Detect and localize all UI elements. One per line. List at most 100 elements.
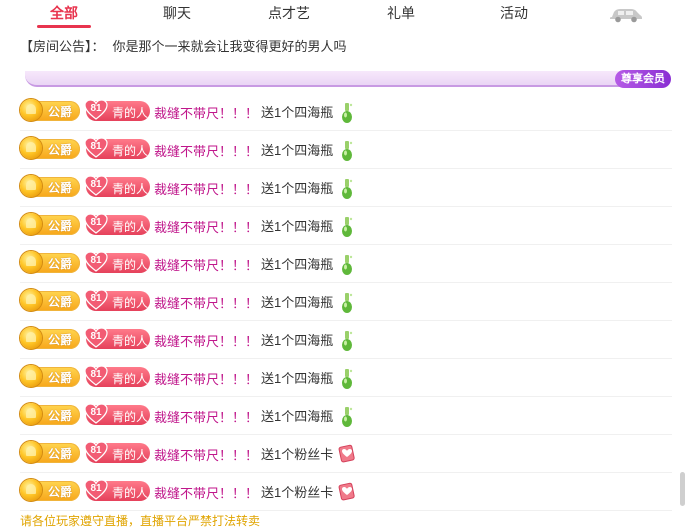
fan-club-name: 青的人 <box>112 486 149 500</box>
rank-badge[interactable]: 公爵 <box>20 327 80 349</box>
fan-badge[interactable]: 81 青的人 <box>84 365 150 387</box>
gift-message: 送1个四海瓶 <box>261 409 334 424</box>
medal-icon <box>20 289 42 311</box>
fan-club-name: 青的人 <box>112 334 149 348</box>
fan-level: 81 <box>90 103 102 114</box>
username[interactable]: 裁缝不带尺！！！ <box>154 141 258 160</box>
tab-talent[interactable]: 点才艺 <box>259 3 319 25</box>
medal-icon <box>20 175 42 197</box>
fan-level: 81 <box>90 445 102 456</box>
username[interactable]: 裁缝不带尺！！！ <box>154 483 258 502</box>
message-row: 公爵 81 青的人 裁缝不带尺！！！ 送1个四海瓶 <box>20 359 672 397</box>
room-notice: 【房间公告】： 你是那个一来就会让我变得更好的男人吗 <box>20 36 347 55</box>
username[interactable]: 裁缝不带尺！！！ <box>154 293 258 312</box>
medal-icon <box>20 327 42 349</box>
username[interactable]: 裁缝不带尺！！！ <box>154 331 258 350</box>
vip-label[interactable]: 尊享会员 <box>615 70 671 88</box>
bottle-icon <box>342 141 353 161</box>
fan-badge[interactable]: 81 青的人 <box>84 213 150 235</box>
bottle-icon <box>342 103 353 123</box>
message-row: 公爵 81 青的人 裁缝不带尺！！！ 送1个粉丝卡 <box>20 435 672 473</box>
fan-badge[interactable]: 81 青的人 <box>84 137 150 159</box>
rank-label: 公爵 <box>48 333 73 347</box>
rank-badge[interactable]: 公爵 <box>20 289 80 311</box>
fan-badge[interactable]: 81 青的人 <box>84 99 150 121</box>
car-icon[interactable] <box>609 5 643 23</box>
gift-message: 送1个四海瓶 <box>261 181 334 196</box>
username[interactable]: 裁缝不带尺！！！ <box>154 103 258 122</box>
gift-message: 送1个四海瓶 <box>261 333 334 348</box>
fan-club-name: 青的人 <box>112 296 149 310</box>
medal-icon <box>20 213 42 235</box>
rank-badge[interactable]: 公爵 <box>20 403 80 425</box>
notice-text: 你是那个一来就会让我变得更好的男人吗 <box>112 39 347 54</box>
rank-badge[interactable]: 公爵 <box>20 213 80 235</box>
rank-badge[interactable]: 公爵 <box>20 99 80 121</box>
fan-club-name: 青的人 <box>112 220 149 234</box>
scrollbar-thumb[interactable] <box>680 472 685 506</box>
fan-level: 81 <box>90 331 102 342</box>
rank-badge[interactable]: 公爵 <box>20 137 80 159</box>
gift-message: 送1个四海瓶 <box>261 105 334 120</box>
message-list: 公爵 81 青的人 裁缝不带尺！！！ 送1个四海瓶 公爵 81 青的人 裁缝不带… <box>20 93 672 511</box>
vip-banner[interactable]: 尊享会员 <box>25 68 671 90</box>
rank-label: 公爵 <box>48 409 73 423</box>
username[interactable]: 裁缝不带尺！！！ <box>154 217 258 236</box>
fan-card-icon <box>338 482 355 501</box>
fan-club-name: 青的人 <box>112 372 149 386</box>
fan-badge[interactable]: 81 青的人 <box>84 327 150 349</box>
medal-icon <box>20 99 42 121</box>
rank-label: 公爵 <box>48 219 73 233</box>
rank-label: 公爵 <box>48 485 73 499</box>
fan-level: 81 <box>90 179 102 190</box>
message-row: 公爵 81 青的人 裁缝不带尺！！！ 送1个四海瓶 <box>20 245 672 283</box>
fan-level: 81 <box>90 293 102 304</box>
bottle-icon <box>342 293 353 313</box>
username[interactable]: 裁缝不带尺！！！ <box>154 369 258 388</box>
username[interactable]: 裁缝不带尺！！！ <box>154 255 258 274</box>
message-row: 公爵 81 青的人 裁缝不带尺！！！ 送1个四海瓶 <box>20 93 672 131</box>
fan-badge[interactable]: 81 青的人 <box>84 289 150 311</box>
medal-icon <box>20 137 42 159</box>
fan-club-name: 青的人 <box>112 410 149 424</box>
fan-club-name: 青的人 <box>112 448 149 462</box>
fan-badge[interactable]: 81 青的人 <box>84 175 150 197</box>
username[interactable]: 裁缝不带尺！！！ <box>154 179 258 198</box>
rank-badge[interactable]: 公爵 <box>20 251 80 273</box>
message-row: 公爵 81 青的人 裁缝不带尺！！！ 送1个四海瓶 <box>20 283 672 321</box>
username[interactable]: 裁缝不带尺！！！ <box>154 407 258 426</box>
username[interactable]: 裁缝不带尺！！！ <box>154 445 258 464</box>
tab-gift-list[interactable]: 礼单 <box>371 3 431 25</box>
rank-badge[interactable]: 公爵 <box>20 441 80 463</box>
notice-label: 【房间公告】： <box>20 39 105 54</box>
gift-message: 送1个四海瓶 <box>261 371 334 386</box>
rank-badge[interactable]: 公爵 <box>20 479 80 501</box>
tab-all[interactable]: 全部 <box>34 3 94 25</box>
medal-icon <box>20 441 42 463</box>
rank-badge[interactable]: 公爵 <box>20 175 80 197</box>
message-row: 公爵 81 青的人 裁缝不带尺！！！ 送1个四海瓶 <box>20 131 672 169</box>
fan-club-name: 青的人 <box>112 106 149 120</box>
bottle-icon <box>342 255 353 275</box>
bottle-icon <box>342 369 353 389</box>
fan-level: 81 <box>90 369 102 380</box>
tab-activity[interactable]: 活动 <box>484 3 544 25</box>
bottom-notice: 请各位玩家遵守直播，直播平台严禁打法转卖 <box>20 514 261 528</box>
tab-chat[interactable]: 聊天 <box>147 3 207 25</box>
fan-badge[interactable]: 81 青的人 <box>84 441 150 463</box>
bottle-icon <box>342 217 353 237</box>
fan-badge[interactable]: 81 青的人 <box>84 479 150 501</box>
fan-card-icon <box>338 444 355 463</box>
fan-level: 81 <box>90 483 102 494</box>
medal-icon <box>20 251 42 273</box>
banner-strip <box>25 71 631 87</box>
message-row: 公爵 81 青的人 裁缝不带尺！！！ 送1个四海瓶 <box>20 321 672 359</box>
fan-badge[interactable]: 81 青的人 <box>84 251 150 273</box>
fan-badge[interactable]: 81 青的人 <box>84 403 150 425</box>
fan-club-name: 青的人 <box>112 144 149 158</box>
rank-label: 公爵 <box>48 181 73 195</box>
rank-badge[interactable]: 公爵 <box>20 365 80 387</box>
gift-message: 送1个四海瓶 <box>261 143 334 158</box>
medal-icon <box>20 479 42 501</box>
rank-label: 公爵 <box>48 295 73 309</box>
